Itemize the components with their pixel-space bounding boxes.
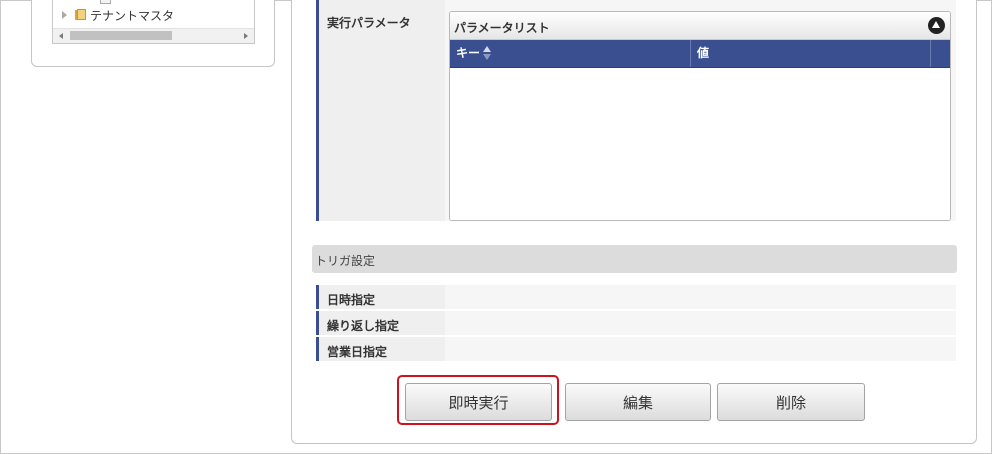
expand-arrow-icon[interactable] [62, 11, 67, 19]
trigger-row-label-cell: 営業日指定 [316, 337, 442, 361]
horizontal-scrollbar[interactable] [53, 28, 254, 43]
execution-parameters-row: 実行パラメータ パラメータリスト キー 値 [316, 0, 956, 221]
trigger-row-repeat: 繰り返し指定 [316, 311, 956, 335]
parameter-list-header: パラメータリスト [450, 12, 950, 40]
trigger-settings-section-header: トリガ設定 [312, 245, 957, 273]
edit-button[interactable]: 編集 [565, 383, 711, 421]
collapse-icon[interactable] [928, 17, 945, 34]
trigger-row-datetime: 日時指定 [316, 285, 956, 309]
tree-partial-node [100, 0, 111, 4]
run-now-button[interactable]: 即時実行 [405, 383, 552, 421]
job-detail-panel: 実行パラメータ パラメータリスト キー 値 トリガ設定 日時指定 繰り返し指定 … [291, 0, 977, 444]
grid-body [450, 68, 950, 220]
column-header-spacer [931, 40, 948, 67]
parameter-list-grid: パラメータリスト キー 値 [449, 11, 951, 221]
trigger-business-day-value [445, 337, 956, 361]
tree-view[interactable]: テナントマスタ [52, 0, 255, 44]
trigger-datetime-label: 日時指定 [327, 293, 376, 307]
column-header-value-label: 値 [697, 46, 710, 60]
sort-icon[interactable] [483, 46, 491, 61]
trigger-repeat-label: 繰り返し指定 [327, 319, 400, 333]
trigger-row-business-day: 営業日指定 [316, 337, 956, 361]
column-header-key[interactable]: キー [450, 40, 691, 67]
trigger-row-label-cell: 繰り返し指定 [316, 311, 442, 335]
tree-item-label: テナントマスタ [90, 8, 175, 23]
column-header-key-label: キー [456, 46, 481, 60]
column-header-value[interactable]: 値 [691, 40, 931, 67]
parameter-list-title: パラメータリスト [454, 21, 550, 35]
delete-button[interactable]: 削除 [717, 383, 865, 421]
execution-parameters-label: 実行パラメータ [327, 16, 411, 30]
tree-item-tenant-master[interactable]: テナントマスタ [62, 7, 174, 23]
scroll-right-arrow-icon[interactable] [244, 33, 248, 39]
folder-icon [75, 9, 87, 21]
trigger-settings-title: トリガ設定 [315, 254, 376, 268]
tree-panel: テナントマスタ [31, 0, 275, 67]
grid-column-headers: キー 値 [450, 40, 950, 68]
trigger-datetime-value [445, 285, 956, 309]
trigger-repeat-value [445, 311, 956, 335]
execution-parameters-label-cell: 実行パラメータ [316, 0, 442, 221]
scroll-left-arrow-icon[interactable] [59, 33, 63, 39]
scroll-thumb[interactable] [70, 31, 172, 40]
page-frame: テナントマスタ 実行パラメータ パラメータリスト キー 値 トリガ設定 日時指定… [0, 0, 992, 454]
trigger-row-label-cell: 日時指定 [316, 285, 442, 309]
trigger-business-day-label: 営業日指定 [327, 345, 388, 359]
